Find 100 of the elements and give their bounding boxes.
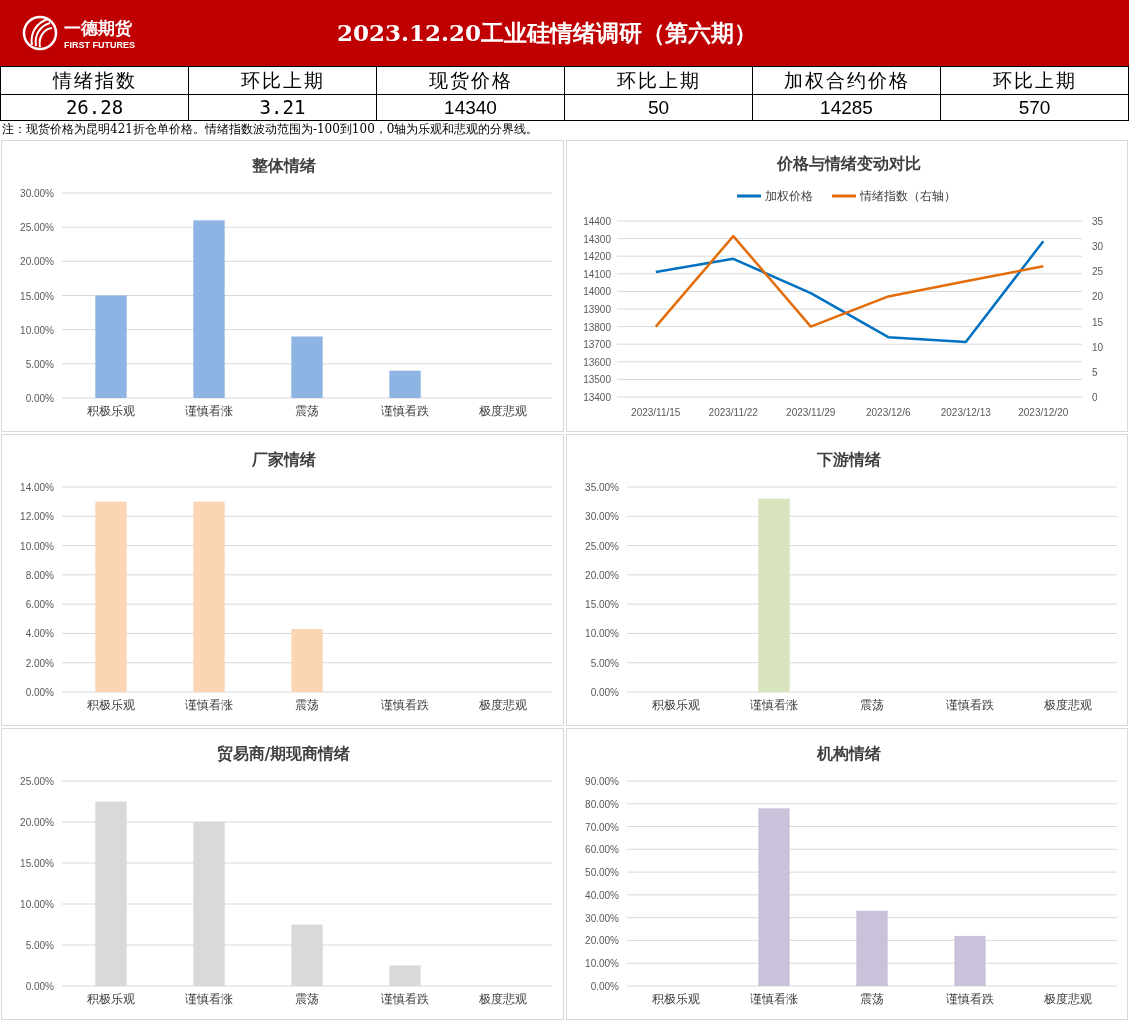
axis-tick-label: 0.00% [25,687,54,698]
axis-tick-label: 20.00% [584,569,619,581]
category-label: 极度悲观 [1043,698,1092,712]
axis-tick-label: 25.00% [20,222,54,234]
logo-swirl-icon [22,15,58,51]
table-cell: 3.21 [189,95,377,121]
axis-tick-label: 14000 [582,286,611,298]
axis-tick-label: 13700 [582,339,611,351]
axis-tick-label: 50.00% [584,867,619,879]
axis-tick-label: 90.00% [584,776,619,787]
bar [389,965,421,986]
axis-tick-label: 4.00% [25,628,54,640]
axis-tick-label: 20.00% [20,817,54,828]
axis-tick-label: 30.00% [20,188,54,199]
axis-tick-label: 0.00% [590,687,619,698]
category-label: 2023/11/15 [630,407,680,418]
category-label: 积极乐观 [651,698,700,712]
legend-label: 情绪指数（右轴） [858,189,956,203]
table-cell: 50 [565,95,753,121]
table-header-cell: 环比上期 [941,67,1129,95]
category-label: 震荡 [295,698,319,712]
category-label: 谨慎看跌 [381,404,429,418]
axis-tick-label: 13800 [582,321,611,333]
category-label: 积极乐观 [87,992,135,1006]
axis-tick-label: 13900 [582,304,611,315]
axis-tick-label: 8.00% [25,569,54,581]
chart-title: 下游情绪 [816,450,880,469]
axis-tick-label: 12.00% [20,511,54,523]
axis-tick-label: 15 [1091,316,1103,328]
category-label: 谨慎看涨 [185,992,233,1006]
category-label: 谨慎看跌 [381,698,429,712]
category-label: 极度悲观 [479,698,527,712]
category-label: 谨慎看涨 [185,698,233,712]
logo-subtitle: FIRST FUTURES [64,39,135,50]
report-title: 2023.12.20工业硅情绪调研（第六期） [337,17,758,48]
axis-tick-label: 10.00% [20,324,54,336]
axis-tick-label: 14100 [582,268,611,280]
category-label: 极度悲观 [1043,992,1092,1006]
axis-tick-label: 25 [1091,266,1103,278]
axis-tick-label: 14400 [582,216,611,227]
category-label: 积极乐观 [87,404,135,418]
category-label: 震荡 [859,698,884,712]
axis-tick-label: 15.00% [20,290,54,302]
axis-tick-label: 30.00% [584,511,619,523]
category-label: 震荡 [295,404,319,418]
axis-tick-label: 6.00% [25,599,54,611]
bar [953,935,986,986]
table-header-cell: 现货价格 [377,67,565,95]
logo-name: 一德期货 [64,16,133,40]
category-label: 震荡 [295,992,319,1006]
chart-title: 机构情绪 [816,744,880,763]
axis-tick-label: 80.00% [584,798,619,810]
axis-tick-label: 10.00% [20,540,54,552]
footnote: 注：现货价格为昆明421折仓单价格。情绪指数波动范围为-100到100，0轴为乐观和悲观的分界线。 [1,121,540,138]
axis-tick-label: 0.00% [590,981,619,992]
chart-title: 贸易商/期现商情绪 [216,744,351,763]
axis-tick-label: 20 [1091,291,1103,303]
bar [291,336,323,398]
category-label: 震荡 [859,992,884,1006]
legend-item: 情绪指数（右轴） [831,189,956,203]
axis-tick-label: 0.00% [25,981,54,992]
axis-tick-label: 20.00% [584,935,619,947]
chart-title: 整体情绪 [251,156,316,175]
table-header-cell: 环比上期 [189,67,377,95]
axis-tick-label: 0.00% [25,393,54,404]
table-header-cell: 加权合约价格 [753,67,941,95]
category-label: 谨慎看涨 [749,992,798,1006]
axis-tick-label: 14.00% [20,482,54,493]
axis-tick-label: 10.00% [20,899,54,910]
chart-title: 价格与情绪变动对比 [776,154,920,173]
axis-tick-label: 13500 [582,374,611,386]
legend-item: 加权价格 [736,189,813,203]
axis-tick-label: 14300 [582,233,611,245]
category-label: 2023/12/20 [1017,407,1068,418]
table-cell: 26.28 [1,95,189,121]
axis-tick-label: 70.00% [584,821,619,833]
category-label: 谨慎看跌 [381,992,429,1006]
axis-tick-label: 60.00% [584,844,619,856]
axis-tick-label: 5 [1091,366,1098,378]
table-header-cell: 环比上期 [565,67,753,95]
category-label: 2023/11/22 [708,407,758,418]
category-label: 积极乐观 [87,698,135,712]
axis-tick-label: 5.00% [590,657,619,669]
axis-tick-label: 5.00% [25,940,54,951]
category-label: 2023/11/29 [785,407,835,418]
category-label: 积极乐观 [651,992,700,1006]
category-label: 谨慎看涨 [185,404,233,418]
category-label: 2023/12/6 [865,407,910,418]
axis-tick-label: 10.00% [584,958,619,970]
bar [389,370,421,398]
axis-tick-label: 20.00% [20,256,54,268]
category-label: 谨慎看跌 [945,698,994,712]
axis-tick-label: 5.00% [25,358,54,370]
axis-tick-label: 30.00% [584,912,619,924]
axis-tick-label: 13600 [582,356,611,368]
category-label: 极度悲观 [479,404,527,418]
axis-tick-label: 25.00% [20,776,54,787]
axis-tick-label: 0 [1091,392,1098,403]
axis-tick-label: 35 [1091,216,1103,227]
axis-tick-label: 2.00% [25,657,54,669]
